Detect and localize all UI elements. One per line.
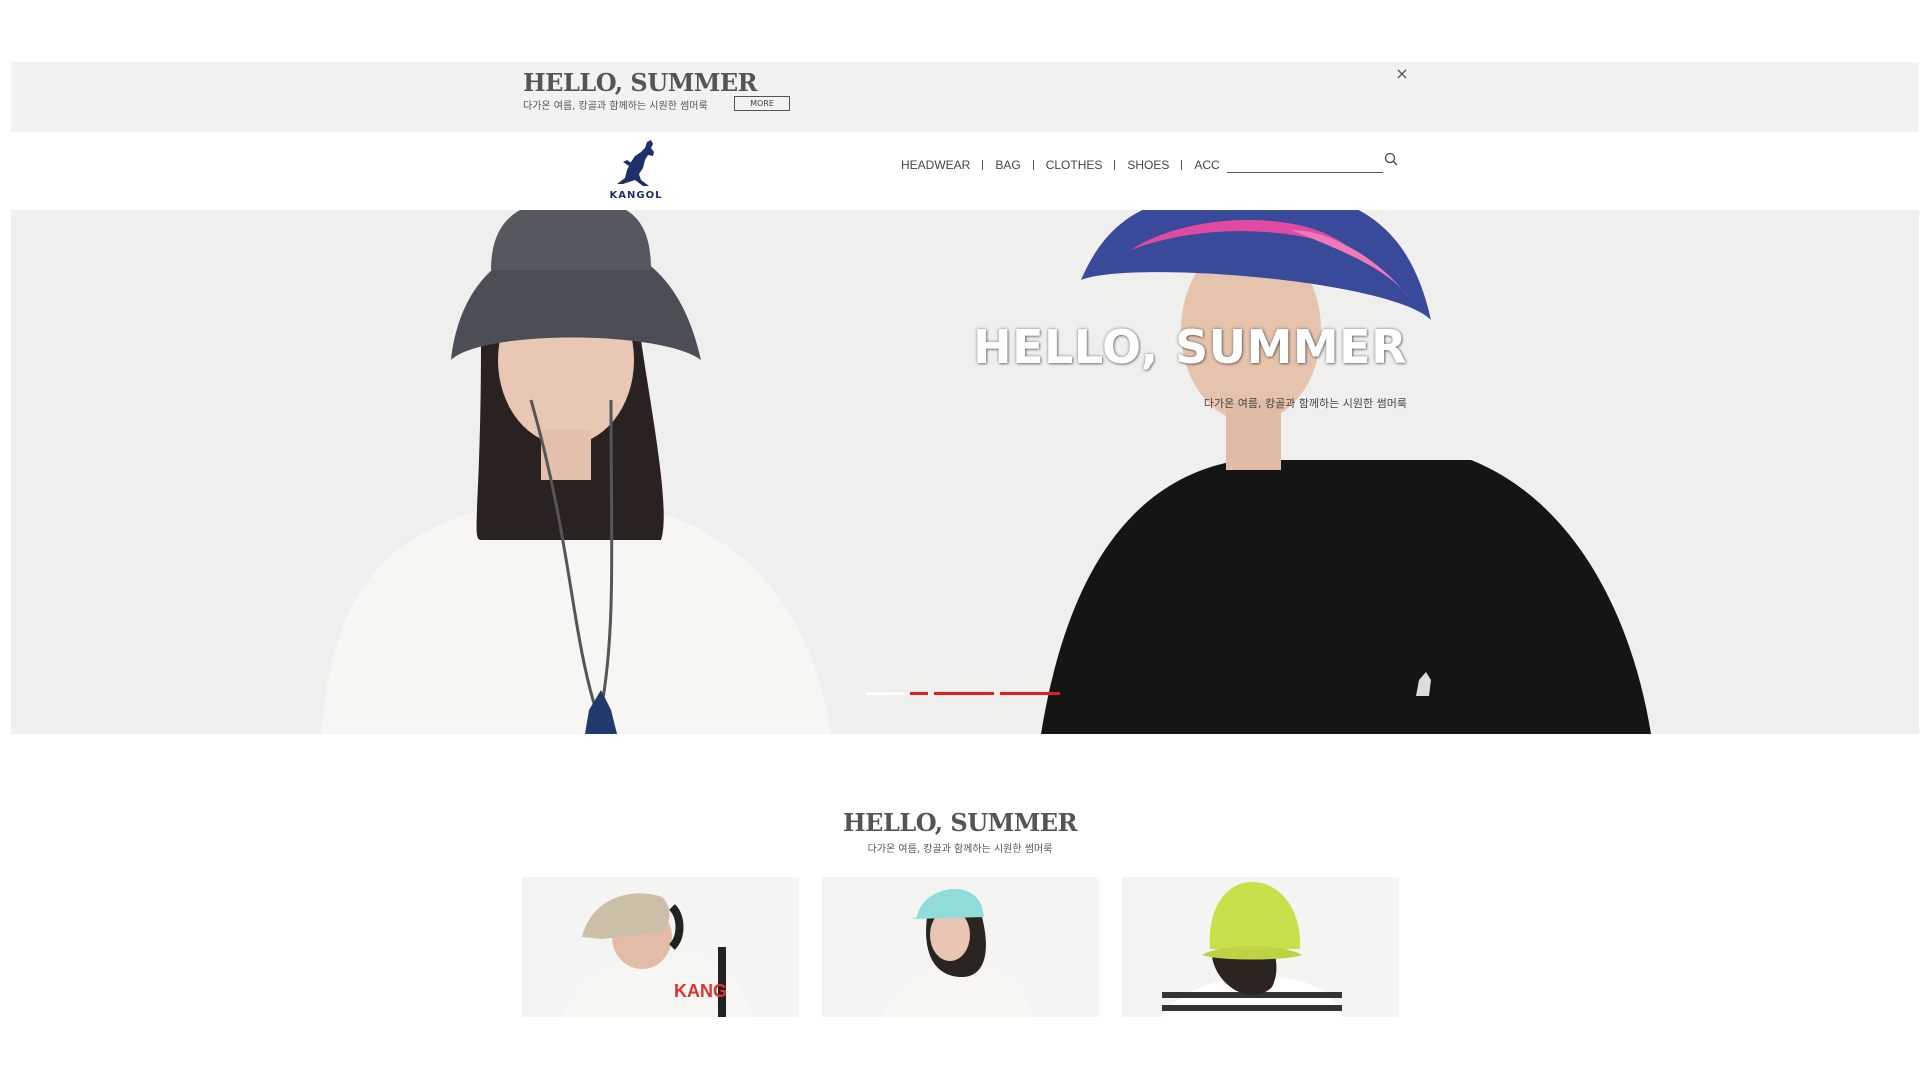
logo-text: KANGOL — [609, 190, 663, 201]
section-title: HELLO, SUMMER — [842, 808, 1078, 837]
product-image: KANG — [522, 877, 799, 1017]
nav-item-bag[interactable]: BAG — [995, 158, 1020, 172]
slide-indicator-2[interactable] — [910, 692, 928, 695]
slider-indicators — [866, 692, 1060, 695]
nav-item-headwear[interactable]: HEADWEAR — [901, 158, 970, 172]
search-box — [1227, 150, 1398, 174]
product-card[interactable]: KANG — [522, 877, 799, 1017]
nav-item-acc[interactable]: ACC — [1194, 158, 1219, 172]
hero-title: HELLO, SUMMER — [973, 320, 1407, 374]
nav-item-clothes[interactable]: CLOTHES — [1046, 158, 1103, 172]
nav-divider — [1032, 160, 1034, 170]
promo-title: HELLO, SUMMER — [523, 68, 758, 97]
slide-indicator-4[interactable] — [1000, 692, 1060, 695]
hero-banner[interactable]: HELLO, SUMMER 다가온 여름, 캉골과 함께하는 시원한 썸머룩 — [11, 210, 1919, 734]
slide-indicator-3[interactable] — [934, 692, 994, 695]
svg-text:KANG: KANG — [674, 981, 727, 1001]
product-list: KANG — [522, 877, 1399, 1017]
slide-indicator-1[interactable] — [866, 692, 904, 695]
kangaroo-icon — [617, 140, 654, 186]
kangol-logo[interactable]: KANGOL — [599, 138, 673, 204]
promo-subtitle: 다가온 여름, 캉골과 함께하는 시원한 썸머룩 — [523, 101, 708, 112]
hero-image — [11, 210, 1919, 734]
search-icon[interactable] — [1384, 152, 1398, 166]
product-card[interactable] — [1122, 877, 1399, 1017]
product-card[interactable] — [822, 877, 1099, 1017]
search-input[interactable] — [1227, 150, 1383, 173]
promo-more-button[interactable]: MORE — [734, 96, 790, 111]
nav-item-shoes[interactable]: SHOES — [1127, 158, 1169, 172]
site-header: KANGOL HEADWEAR BAG CLOTHES SHOES ACC — [11, 132, 1919, 210]
nav-divider — [982, 160, 984, 170]
hero-subtitle: 다가온 여름, 캉골과 함께하는 시원한 썸머룩 — [1203, 397, 1407, 410]
nav-divider — [1181, 160, 1183, 170]
product-image — [822, 877, 1099, 1017]
nav-divider — [1114, 160, 1116, 170]
section-subtitle: 다가온 여름, 캉골과 함께하는 시원한 썸머룩 — [867, 844, 1053, 855]
promo-banner: HELLO, SUMMER 다가온 여름, 캉골과 함께하는 시원한 썸머룩 M… — [11, 62, 1919, 132]
main-nav: HEADWEAR BAG CLOTHES SHOES ACC — [901, 158, 1220, 172]
product-image — [1122, 877, 1399, 1017]
close-icon[interactable]: × — [1393, 65, 1411, 83]
